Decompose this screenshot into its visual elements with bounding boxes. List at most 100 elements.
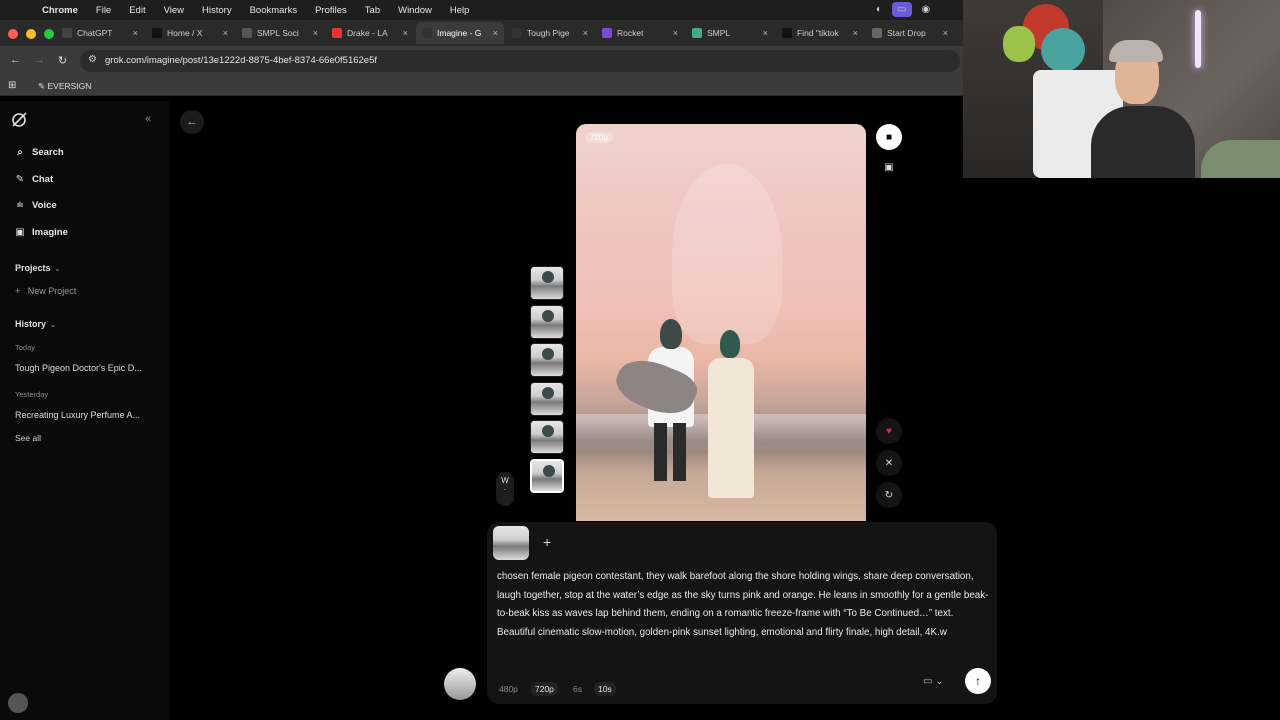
sidebar-item-search[interactable]: ⌕ Search: [14, 146, 64, 158]
bookmarks-bar: ⊞ ✎ EVERSIGN: [0, 76, 964, 96]
option-10s[interactable]: 10s: [594, 682, 616, 696]
avatar[interactable]: [8, 693, 28, 713]
close-tab-icon[interactable]: ×: [223, 28, 228, 38]
menu-tab[interactable]: Tab: [365, 5, 380, 16]
generation-thumbnail[interactable]: [530, 304, 564, 339]
browser-tab[interactable]: ChatGPT ×: [56, 22, 144, 44]
close-tab-icon[interactable]: ×: [493, 28, 498, 38]
browser-tab[interactable]: Find "tiktok ×: [776, 22, 864, 44]
browser-tab[interactable]: Imagine - G ×: [416, 22, 504, 44]
minimize-window-button[interactable]: [26, 29, 36, 39]
sidebar-item-voice[interactable]: ılı Voice: [14, 199, 57, 211]
close-tab-icon[interactable]: ×: [133, 28, 138, 38]
back-arrow-icon[interactable]: ←: [10, 54, 21, 66]
video-icon: ▭: [923, 676, 933, 687]
tab-favicon-icon: [512, 28, 522, 38]
browser-tab[interactable]: Home / X ×: [146, 22, 234, 44]
close-tab-icon[interactable]: ×: [583, 28, 588, 38]
url-text: grok.com/imagine/post/13e1222d-8875-4bef…: [105, 55, 378, 66]
sidebar-item-label: Voice: [32, 199, 57, 211]
chevron-down-icon: ⌄: [54, 266, 61, 273]
browser-tab[interactable]: Rocket ×: [596, 22, 684, 44]
history-label: History: [15, 319, 47, 329]
sidebar-item-label: Search: [32, 146, 64, 158]
generation-thumbnail[interactable]: [530, 266, 564, 300]
generation-thumbnails: [530, 266, 566, 497]
site-info-icon[interactable]: ⚙: [88, 54, 97, 65]
back-button[interactable]: ←: [180, 110, 204, 134]
collapse-sidebar-icon[interactable]: «: [145, 113, 151, 125]
tab-favicon-icon: [152, 28, 162, 38]
sidebar-item-chat[interactable]: ✎ Chat: [14, 173, 53, 185]
resolution-badge: 720p: [585, 132, 613, 143]
reload-icon[interactable]: ↻: [58, 54, 67, 67]
generation-thumbnail[interactable]: [530, 420, 564, 454]
generation-thumbnail[interactable]: [530, 458, 564, 493]
menu-profiles[interactable]: Profiles: [315, 5, 347, 16]
generation-thumbnail[interactable]: [530, 381, 564, 416]
history-item[interactable]: Recreating Luxury Perfume A...: [15, 410, 153, 420]
close-tab-icon[interactable]: ×: [403, 28, 408, 38]
close-tab-icon[interactable]: ×: [673, 28, 678, 38]
tab-label: Imagine - G: [437, 28, 482, 38]
image-mode-button[interactable]: ▣: [876, 154, 902, 180]
zoom-window-button[interactable]: [44, 29, 54, 39]
close-tab-icon[interactable]: ×: [313, 28, 318, 38]
menu-app[interactable]: Chrome: [42, 5, 78, 16]
avatar[interactable]: [444, 668, 476, 700]
close-tab-icon[interactable]: ×: [853, 28, 858, 38]
sidebar-item-imagine[interactable]: ▣ Imagine: [14, 226, 68, 238]
option-6s[interactable]: 6s: [569, 682, 586, 696]
video-mode-button[interactable]: ■: [876, 124, 902, 150]
browser-tab[interactable]: Tough Pige ×: [506, 22, 594, 44]
apps-grid-icon[interactable]: ⊞: [8, 80, 16, 91]
tab-label: ChatGPT: [77, 28, 113, 38]
history-day-today: Today: [15, 343, 36, 352]
bookmark-eversign[interactable]: ✎ EVERSIGN: [38, 81, 91, 92]
menu-bookmarks[interactable]: Bookmarks: [250, 5, 298, 16]
menu-help[interactable]: Help: [450, 5, 470, 16]
option-720p[interactable]: 720p: [531, 682, 558, 696]
status-icon[interactable]: ◐: [876, 4, 882, 15]
video-mode-dropdown[interactable]: ▭ ⌄: [923, 676, 944, 687]
tab-favicon-icon: [62, 28, 72, 38]
prompt-input[interactable]: chosen female pigeon contestant, they wa…: [497, 568, 991, 642]
camera-icon[interactable]: ◉: [922, 4, 931, 15]
add-attachment-button[interactable]: +: [543, 534, 551, 550]
menu-history[interactable]: History: [202, 5, 232, 16]
video-player[interactable]: [576, 124, 866, 521]
menu-edit[interactable]: Edit: [129, 5, 145, 16]
watermark-toggle[interactable]: W ·: [496, 472, 514, 506]
close-tab-icon[interactable]: ×: [763, 28, 768, 38]
browser-tab[interactable]: SMPL Soci ×: [236, 22, 324, 44]
recording-icon[interactable]: ▭: [892, 2, 912, 17]
share-x-button[interactable]: ✕: [876, 450, 902, 476]
close-window-button[interactable]: [8, 29, 18, 39]
tab-label: Home / X: [167, 28, 203, 38]
see-all-link[interactable]: See all: [15, 433, 41, 443]
send-button[interactable]: ↑: [965, 668, 991, 694]
close-tab-icon[interactable]: ×: [943, 28, 948, 38]
browser-tab[interactable]: SMPL ×: [686, 22, 774, 44]
menu-window[interactable]: Window: [398, 5, 432, 16]
new-project-button[interactable]: + New Project: [15, 286, 76, 296]
attached-image-thumbnail[interactable]: [493, 526, 529, 560]
forward-arrow-icon[interactable]: →: [34, 54, 45, 66]
history-item[interactable]: Tough Pigeon Doctor's Epic D...: [15, 363, 153, 373]
browser-tab[interactable]: Start Drop ×: [866, 22, 954, 44]
menu-file[interactable]: File: [96, 5, 111, 16]
projects-section-toggle[interactable]: Projects ⌄: [15, 263, 60, 273]
window-controls: [8, 29, 54, 39]
browser-tab[interactable]: Drake - LA ×: [326, 22, 414, 44]
generation-thumbnail[interactable]: [530, 343, 564, 377]
like-button[interactable]: ♥: [876, 418, 902, 444]
new-project-label: New Project: [27, 286, 77, 296]
address-bar[interactable]: ⚙ grok.com/imagine/post/13e1222d-8875-4b…: [80, 50, 960, 72]
menu-view[interactable]: View: [164, 5, 184, 16]
grok-logo-icon[interactable]: [10, 111, 28, 129]
history-section-toggle[interactable]: History ⌄: [15, 319, 56, 329]
x-logo-icon: ✕: [884, 457, 894, 469]
regenerate-button[interactable]: ↻: [876, 482, 902, 508]
option-480p[interactable]: 480p: [495, 682, 522, 696]
pigeon-bride-figure: [708, 330, 754, 500]
